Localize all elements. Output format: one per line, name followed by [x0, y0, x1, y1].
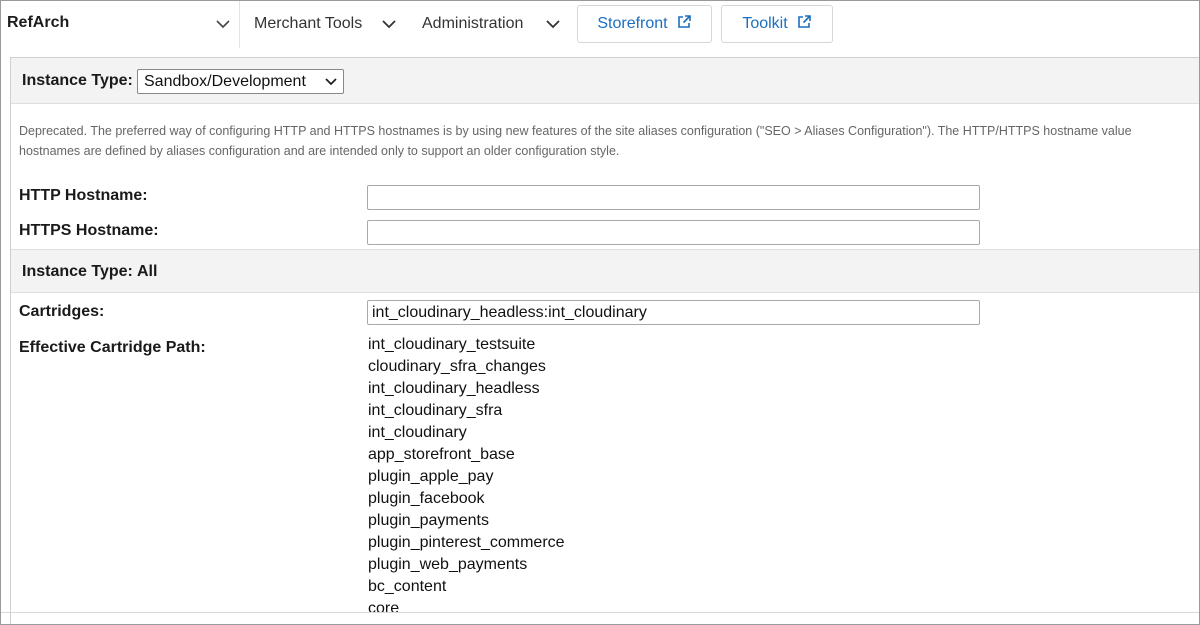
site-name: RefArch	[7, 14, 70, 31]
instance-type-header-sandbox: Instance Type: Sandbox/Development	[11, 58, 1199, 104]
effective-cartridge-path-list: int_cloudinary_testsuite cloudinary_sfra…	[368, 334, 565, 620]
instance-type-label: Instance Type:	[22, 72, 133, 89]
list-item: plugin_facebook	[368, 490, 485, 507]
merchant-tools-chevron-down-icon[interactable]	[381, 14, 397, 34]
list-item: bc_content	[368, 578, 447, 595]
https-hostname-label: HTTPS Hostname:	[19, 222, 159, 239]
instance-type-value: All	[137, 263, 158, 280]
horizontal-scrollbar-track[interactable]	[1, 612, 1199, 613]
external-link-icon	[796, 14, 812, 35]
list-item: int_cloudinary_testsuite	[368, 336, 536, 353]
deprecation-notice-line-2: hostnames are defined by aliases configu…	[19, 144, 620, 158]
list-item: plugin_payments	[368, 512, 489, 529]
instance-type-header-all: Instance Type: All	[11, 249, 1199, 293]
select-chevron-down-icon	[325, 78, 337, 86]
nav-merchant-tools[interactable]: Merchant Tools	[254, 15, 362, 33]
storefront-button[interactable]: Storefront	[577, 5, 712, 43]
list-item: plugin_pinterest_commerce	[368, 534, 565, 551]
storefront-button-label: Storefront	[597, 15, 668, 32]
cartridges-label: Cartridges:	[19, 303, 105, 320]
list-item: app_storefront_base	[368, 446, 515, 463]
site-switcher-chevron-down-icon[interactable]	[215, 14, 231, 34]
list-item: plugin_web_payments	[368, 556, 528, 573]
deprecation-notice: Deprecated. The preferred way of configu…	[19, 121, 1199, 161]
external-link-icon	[676, 14, 692, 35]
nav-administration[interactable]: Administration	[422, 15, 523, 33]
deprecation-notice-line-1: Deprecated. The preferred way of configu…	[19, 124, 1132, 138]
list-item: plugin_apple_pay	[368, 468, 494, 485]
toolkit-button[interactable]: Toolkit	[721, 5, 833, 43]
http-hostname-input[interactable]	[367, 185, 980, 210]
list-item: int_cloudinary_headless	[368, 380, 540, 397]
list-item: int_cloudinary_sfra	[368, 402, 503, 419]
nav-divider	[239, 1, 240, 48]
instance-type-select[interactable]: Sandbox/Development	[137, 69, 344, 94]
top-navigation: RefArch Merchant Tools Administration St…	[1, 1, 1199, 48]
app-frame: RefArch Merchant Tools Administration St…	[0, 0, 1200, 625]
list-item: core	[368, 600, 400, 617]
instance-type-selected-value: Sandbox/Development	[144, 73, 306, 90]
https-hostname-input[interactable]	[367, 220, 980, 245]
toolkit-button-label: Toolkit	[742, 15, 788, 32]
site-preferences-panel: Instance Type: Sandbox/Development Depre…	[10, 57, 1199, 624]
instance-type-label: Instance Type:	[22, 263, 133, 280]
cartridges-input[interactable]	[367, 300, 980, 325]
http-hostname-label: HTTP Hostname:	[19, 187, 148, 204]
list-item: cloudinary_sfra_changes	[368, 358, 546, 375]
list-item: int_cloudinary	[368, 424, 467, 441]
effective-cartridge-path-label: Effective Cartridge Path:	[19, 339, 206, 356]
administration-chevron-down-icon[interactable]	[545, 14, 561, 34]
